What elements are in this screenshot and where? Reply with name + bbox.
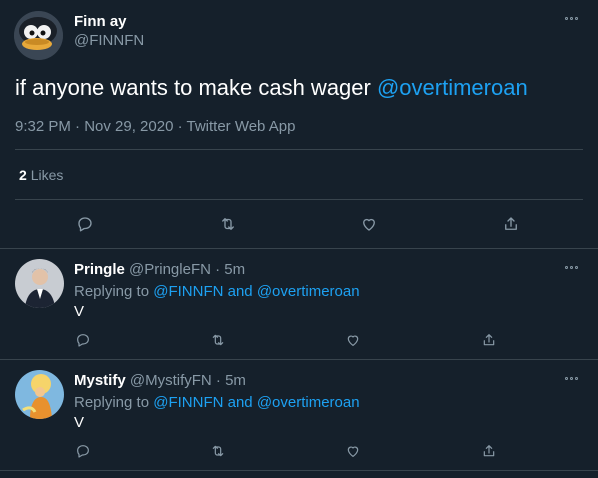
- likes-count: 2: [19, 167, 27, 183]
- like-button[interactable]: [341, 328, 365, 352]
- retweet-icon: [212, 334, 224, 346]
- like-icon: [363, 218, 375, 231]
- like-button[interactable]: [357, 212, 381, 236]
- author-handle[interactable]: @FINNFN: [74, 32, 144, 49]
- reply-icon: [78, 217, 92, 232]
- avatar[interactable]: [14, 11, 63, 60]
- tweet-timestamp[interactable]: 9:32 PM · Nov 29, 2020 · Twitter Web App: [15, 118, 295, 135]
- more-icon[interactable]: [565, 377, 578, 380]
- reply-button[interactable]: [71, 328, 95, 352]
- stats-divider-top: [15, 149, 583, 150]
- likes-label: Likes: [30, 167, 64, 183]
- likes-stat[interactable]: 2 Likes: [19, 167, 63, 183]
- and-label: and: [227, 283, 253, 300]
- reply-time[interactable]: · 5m: [216, 372, 246, 389]
- like-icon: [347, 446, 359, 457]
- stats-divider-bottom: [15, 199, 583, 200]
- character-avatar-icon: [15, 370, 64, 419]
- reply-text: V: [74, 303, 85, 320]
- reply-button[interactable]: [71, 439, 95, 463]
- tweet-divider: [0, 470, 598, 471]
- replying-to: Replying to @FINNFN and @overtimeroan: [74, 394, 360, 411]
- replying-to-label: Replying to: [74, 394, 150, 411]
- retweet-icon: [212, 445, 224, 457]
- author-name[interactable]: Finn ay: [74, 13, 127, 30]
- share-icon: [483, 445, 495, 457]
- more-icon[interactable]: [565, 266, 578, 269]
- author-handle[interactable]: @MystifyFN: [130, 372, 212, 389]
- and-label: and: [227, 394, 253, 411]
- mention-link[interactable]: @overtimeroan: [257, 283, 360, 300]
- tweet-divider: [0, 359, 598, 360]
- share-button[interactable]: [499, 212, 523, 236]
- reply-icon: [77, 334, 89, 347]
- mention-link[interactable]: @FINNFN: [153, 283, 223, 300]
- reply-icon: [77, 445, 89, 458]
- author-name[interactable]: Pringle: [74, 261, 125, 278]
- penguin-avatar-icon: [14, 11, 63, 60]
- mention-link[interactable]: @FINNFN: [153, 394, 223, 411]
- tweet-text-body: if anyone wants to make cash wager: [15, 75, 377, 100]
- person-avatar-icon: [15, 259, 64, 308]
- retweet-button[interactable]: [216, 212, 240, 236]
- share-icon: [483, 334, 495, 346]
- retweet-button[interactable]: [206, 328, 230, 352]
- like-icon: [347, 335, 359, 346]
- tweet-text: if anyone wants to make cash wager @over…: [15, 75, 528, 101]
- share-icon: [505, 217, 517, 230]
- more-icon[interactable]: [565, 17, 578, 20]
- author-name[interactable]: Mystify: [74, 372, 126, 389]
- replying-to: Replying to @FINNFN and @overtimeroan: [74, 283, 360, 300]
- tweet-divider: [0, 248, 598, 249]
- reply-text: V: [74, 414, 85, 431]
- share-button[interactable]: [477, 439, 501, 463]
- replying-to-label: Replying to: [74, 283, 150, 300]
- reply-time[interactable]: · 5m: [215, 261, 245, 278]
- mention-link[interactable]: @overtimeroan: [377, 75, 528, 100]
- avatar[interactable]: [15, 259, 64, 308]
- mention-link[interactable]: @overtimeroan: [257, 394, 360, 411]
- like-button[interactable]: [341, 439, 365, 463]
- reply-button[interactable]: [73, 212, 97, 236]
- avatar[interactable]: [15, 370, 64, 419]
- retweet-button[interactable]: [206, 439, 230, 463]
- author-handle[interactable]: @PringleFN: [129, 261, 211, 278]
- share-button[interactable]: [477, 328, 501, 352]
- retweet-icon: [222, 218, 234, 230]
